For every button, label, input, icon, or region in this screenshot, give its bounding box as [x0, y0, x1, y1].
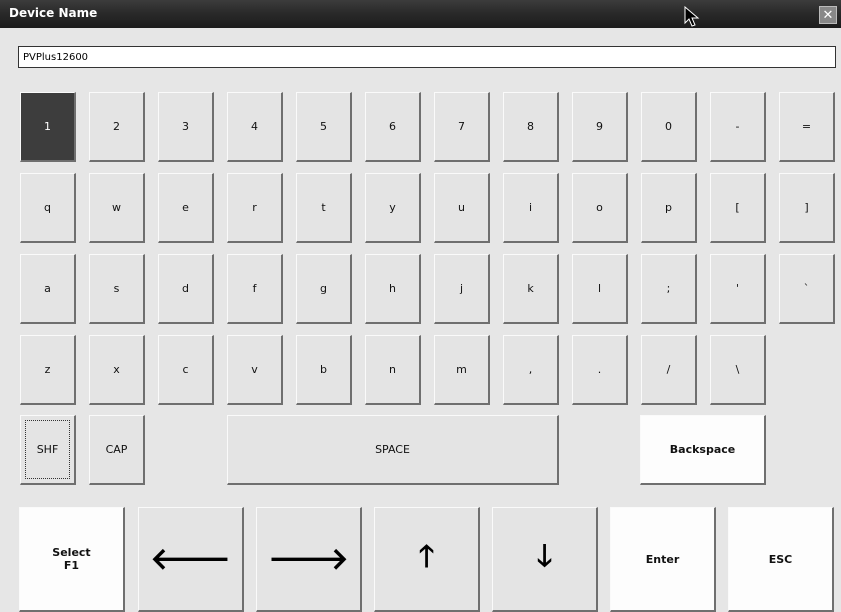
- key-o[interactable]: o: [572, 173, 628, 243]
- key-=[interactable]: =: [779, 92, 835, 162]
- key-k[interactable]: k: [503, 254, 559, 324]
- key-;[interactable]: ;: [641, 254, 697, 324]
- select-f1-button[interactable]: Select F1: [19, 507, 125, 612]
- key-/[interactable]: /: [641, 335, 697, 405]
- esc-button[interactable]: ESC: [728, 507, 834, 612]
- key-][interactable]: ]: [779, 173, 835, 243]
- key-l[interactable]: l: [572, 254, 628, 324]
- key-5[interactable]: 5: [296, 92, 352, 162]
- key-[[interactable]: [: [710, 173, 766, 243]
- key-y[interactable]: y: [365, 173, 421, 243]
- shift-key[interactable]: SHF: [20, 415, 76, 485]
- up-arrow-button[interactable]: 🡑: [374, 507, 480, 612]
- mouse-cursor-icon: [684, 6, 700, 27]
- key-n[interactable]: n: [365, 335, 421, 405]
- key-,[interactable]: ,: [503, 335, 559, 405]
- f1-label: F1: [63, 559, 80, 572]
- space-key[interactable]: SPACE: [227, 415, 559, 485]
- close-button[interactable]: ✕: [819, 6, 837, 24]
- key-8[interactable]: 8: [503, 92, 559, 162]
- select-label: Select: [52, 546, 91, 559]
- key-2[interactable]: 2: [89, 92, 145, 162]
- key-7[interactable]: 7: [434, 92, 490, 162]
- key-r[interactable]: r: [227, 173, 283, 243]
- key-v[interactable]: v: [227, 335, 283, 405]
- device-name-input[interactable]: [18, 46, 836, 68]
- up-arrow-icon: 🡑: [418, 538, 435, 574]
- key-'[interactable]: ': [710, 254, 766, 324]
- key-i[interactable]: i: [503, 173, 559, 243]
- down-arrow-icon: 🡓: [536, 538, 553, 574]
- key-t[interactable]: t: [296, 173, 352, 243]
- right-arrow-icon: 🡒: [268, 542, 349, 577]
- key-j[interactable]: j: [434, 254, 490, 324]
- enter-button[interactable]: Enter: [610, 507, 716, 612]
- key-6[interactable]: 6: [365, 92, 421, 162]
- key-q[interactable]: q: [20, 173, 76, 243]
- key-s[interactable]: s: [89, 254, 145, 324]
- key-9[interactable]: 9: [572, 92, 628, 162]
- key-w[interactable]: w: [89, 173, 145, 243]
- key-f[interactable]: f: [227, 254, 283, 324]
- key-z[interactable]: z: [20, 335, 76, 405]
- left-arrow-button[interactable]: 🡐: [138, 507, 244, 612]
- key-e[interactable]: e: [158, 173, 214, 243]
- key-a[interactable]: a: [20, 254, 76, 324]
- caps-lock-key[interactable]: CAP: [89, 415, 145, 485]
- key-\[interactable]: \: [710, 335, 766, 405]
- key-3[interactable]: 3: [158, 92, 214, 162]
- key--[interactable]: -: [710, 92, 766, 162]
- key-b[interactable]: b: [296, 335, 352, 405]
- title-bar: Device Name ✕: [0, 0, 841, 28]
- key-x[interactable]: x: [89, 335, 145, 405]
- down-arrow-button[interactable]: 🡓: [492, 507, 598, 612]
- window-title: Device Name: [9, 6, 98, 20]
- key-1[interactable]: 1: [20, 92, 76, 162]
- key-h[interactable]: h: [365, 254, 421, 324]
- key-d[interactable]: d: [158, 254, 214, 324]
- left-arrow-icon: 🡐: [150, 542, 231, 577]
- backspace-key[interactable]: Backspace: [640, 415, 766, 485]
- key-p[interactable]: p: [641, 173, 697, 243]
- key-`[interactable]: `: [779, 254, 835, 324]
- key-g[interactable]: g: [296, 254, 352, 324]
- key-4[interactable]: 4: [227, 92, 283, 162]
- right-arrow-button[interactable]: 🡒: [256, 507, 362, 612]
- key-0[interactable]: 0: [641, 92, 697, 162]
- key-m[interactable]: m: [434, 335, 490, 405]
- key-.[interactable]: .: [572, 335, 628, 405]
- key-u[interactable]: u: [434, 173, 490, 243]
- key-c[interactable]: c: [158, 335, 214, 405]
